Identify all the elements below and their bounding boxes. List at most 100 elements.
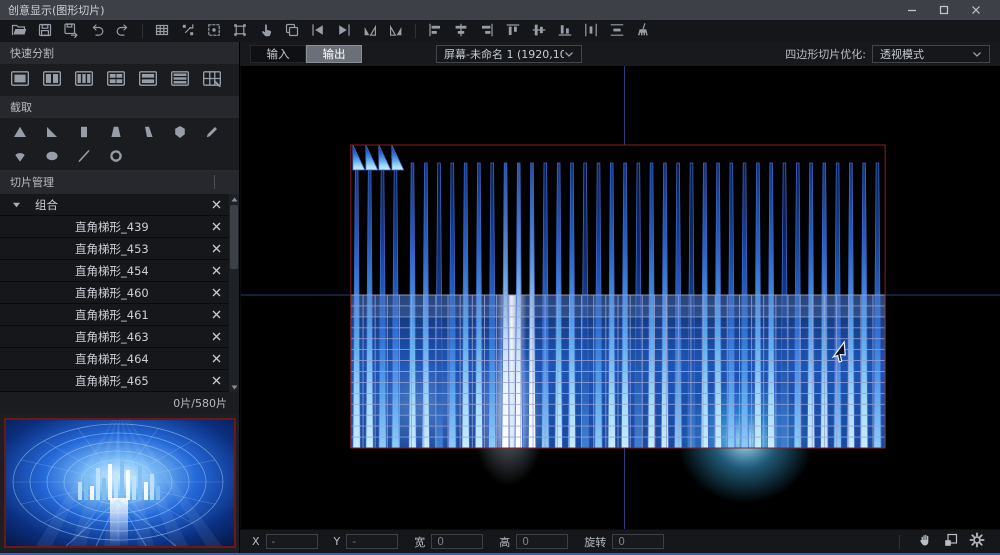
fit-view-button[interactable] [940, 532, 962, 552]
caret-down-icon[interactable] [12, 198, 21, 212]
split-custom-button[interactable] [200, 70, 224, 90]
height-field[interactable]: 0 [516, 534, 568, 549]
titlebar: 创意显示(图形切片) [0, 0, 1000, 20]
slice-item-row[interactable]: 直角梯形_465 [0, 370, 229, 392]
screen-select[interactable]: 屏幕-未命名 1 (1920,1080) [436, 45, 582, 63]
split-3cols-icon [74, 70, 94, 90]
split-2rows-button[interactable] [136, 70, 160, 90]
remove-item-icon[interactable] [210, 352, 223, 365]
slice-item-row[interactable]: 直角梯形_461 [0, 304, 229, 326]
distribute-horizontal-button[interactable] [578, 21, 604, 41]
scroll-up-icon[interactable] [229, 194, 239, 204]
rectangle-shape-button[interactable] [72, 123, 96, 143]
width-field[interactable]: 0 [431, 534, 483, 549]
canvas-viewport[interactable] [240, 66, 1000, 529]
undo-icon [89, 22, 105, 41]
align-right-button[interactable] [474, 21, 500, 41]
remove-item-icon[interactable] [210, 220, 223, 233]
split-3rows-button[interactable] [168, 70, 192, 90]
section-capture: 截取 [0, 96, 239, 118]
node-split-button[interactable] [175, 21, 201, 41]
split-2cols-button[interactable] [40, 70, 64, 90]
save-as-button[interactable] [58, 21, 84, 41]
slice-item-row[interactable]: 直角梯形_463 [0, 326, 229, 348]
clear-all-button[interactable] [630, 21, 656, 41]
align-middle-button[interactable] [526, 21, 552, 41]
tab-output[interactable]: 输出 [306, 45, 362, 63]
mirror-right-button[interactable] [383, 21, 409, 41]
gear-button[interactable] [966, 532, 988, 552]
remove-item-icon[interactable] [210, 242, 223, 255]
slice-item-row[interactable]: 直角梯形_460 [0, 282, 229, 304]
split-3cols-button[interactable] [72, 70, 96, 90]
statusbar: X - Y - 宽 0 高 0 旋转 0 [240, 529, 1000, 553]
align-bottom-button[interactable] [552, 21, 578, 41]
slice-item-row[interactable]: 直角梯形_453 [0, 238, 229, 260]
x-label: X [252, 535, 260, 548]
split-2cols-icon [42, 70, 62, 90]
remove-group-icon[interactable] [210, 198, 223, 211]
chevron-down-icon [972, 51, 982, 58]
open-file-button[interactable] [6, 21, 32, 41]
flip-left-icon [310, 22, 326, 41]
free-transform-button[interactable] [227, 21, 253, 41]
mirror-right-icon [388, 22, 404, 41]
y-field[interactable]: - [346, 534, 398, 549]
tab-input[interactable]: 输入 [250, 45, 306, 63]
slice-item-row[interactable]: 直角梯形_454 [0, 260, 229, 282]
remove-item-icon[interactable] [210, 330, 223, 343]
scroll-down-icon[interactable] [229, 382, 239, 392]
kite-shape-button[interactable] [8, 147, 32, 167]
align-center-horizontal-button[interactable] [448, 21, 474, 41]
section-quick-split: 快速分割 [0, 42, 239, 64]
right-triangle-shape-button[interactable] [40, 123, 64, 143]
split-one-button[interactable] [8, 70, 32, 90]
slice-list-scrollbar[interactable] [229, 194, 239, 392]
redo-button[interactable] [110, 21, 136, 41]
rotation-field[interactable]: 0 [612, 534, 664, 549]
slice-item-row[interactable]: 直角梯形_439 [0, 216, 229, 238]
slice-item-label: 直角梯形_453 [12, 241, 149, 257]
distribute-horizontal-icon [583, 22, 599, 41]
flip-left-button[interactable] [305, 21, 331, 41]
marquee-select-button[interactable] [201, 21, 227, 41]
remove-item-icon[interactable] [210, 308, 223, 321]
circle-dashed-shape-button[interactable] [104, 147, 128, 167]
save-icon [37, 22, 53, 41]
triangle-shape-button[interactable] [8, 123, 32, 143]
trapezoid-shape-button[interactable] [104, 123, 128, 143]
ellipse-shape-button[interactable] [40, 147, 64, 167]
line-shape-button[interactable] [72, 147, 96, 167]
flip-right-button[interactable] [331, 21, 357, 41]
close-button[interactable] [960, 1, 992, 19]
duplicate-button[interactable] [279, 21, 305, 41]
slice-item-row[interactable]: 直角梯形_464 [0, 348, 229, 370]
align-left-button[interactable] [422, 21, 448, 41]
kite-icon [12, 148, 28, 167]
remove-item-icon[interactable] [210, 374, 223, 387]
save-button[interactable] [32, 21, 58, 41]
align-top-button[interactable] [500, 21, 526, 41]
slice-group-row[interactable]: 组合 [0, 194, 229, 216]
x-field[interactable]: - [266, 534, 318, 549]
hexagon-shape-button[interactable] [168, 123, 192, 143]
mirror-left-button[interactable] [357, 21, 383, 41]
pan-hand-button[interactable] [914, 532, 936, 552]
undo-button[interactable] [84, 21, 110, 41]
align-middle-icon [531, 22, 547, 41]
panel-resize-handle[interactable] [214, 175, 215, 189]
maximize-button[interactable] [928, 1, 960, 19]
tap-select-button[interactable] [253, 21, 279, 41]
scrollbar-thumb[interactable] [230, 205, 238, 269]
remove-item-icon[interactable] [210, 264, 223, 277]
grid-split-button[interactable] [149, 21, 175, 41]
align-left-icon [427, 22, 443, 41]
pencil-shape-button[interactable] [200, 123, 224, 143]
slant-quad-shape-button[interactable] [136, 123, 160, 143]
preview-thumbnail[interactable] [4, 418, 236, 548]
minimize-button[interactable] [896, 1, 928, 19]
optimize-select[interactable]: 透视模式 [872, 45, 990, 63]
distribute-vertical-button[interactable] [604, 21, 630, 41]
split-grid4-button[interactable] [104, 70, 128, 90]
remove-item-icon[interactable] [210, 286, 223, 299]
